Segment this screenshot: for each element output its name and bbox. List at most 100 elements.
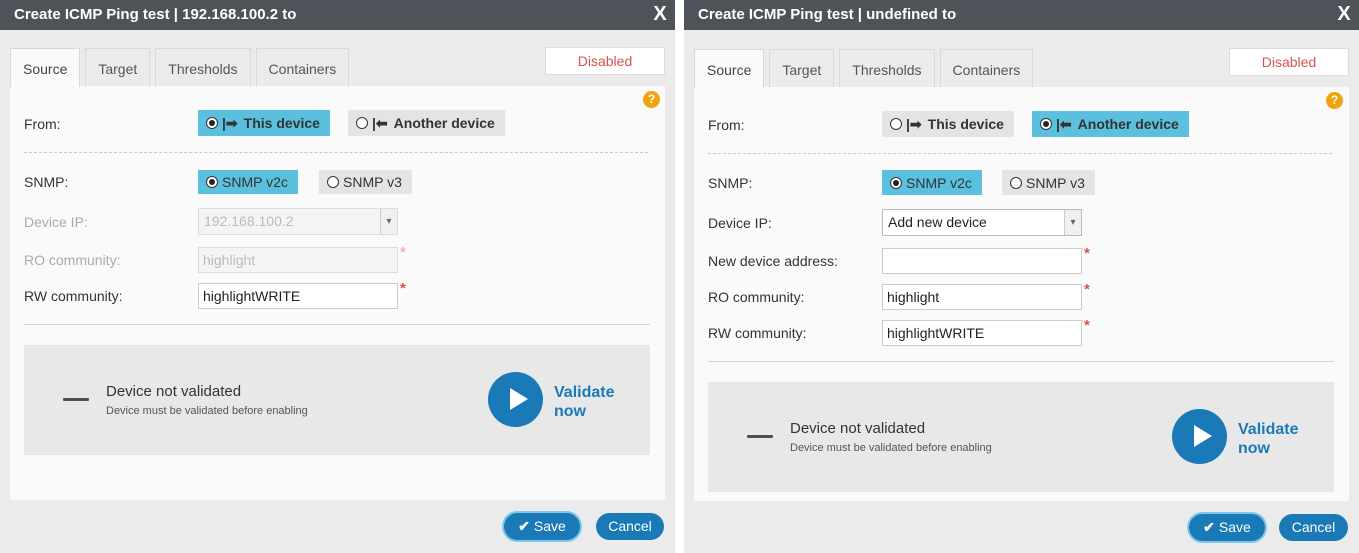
snmp-v2c-toggle[interactable]: SNMP v2c bbox=[882, 170, 982, 195]
ro-community-label: RO community: bbox=[24, 252, 121, 268]
close-button[interactable]: X bbox=[645, 0, 675, 30]
help-icon[interactable]: ? bbox=[1326, 92, 1343, 109]
new-device-address-label: New device address: bbox=[708, 253, 838, 269]
validation-title: Device not validated bbox=[790, 420, 926, 437]
device-ip-select[interactable]: 192.168.100.2 ▾ bbox=[198, 208, 398, 235]
validate-link-line2: now bbox=[1238, 440, 1270, 457]
tab-bar: Source Target Thresholds Containers bbox=[694, 49, 1038, 88]
from-another-device-label: Another device bbox=[393, 115, 495, 131]
radio-checked-icon bbox=[206, 117, 218, 129]
tab-containers[interactable]: Containers bbox=[939, 49, 1034, 87]
device-ip-value: Add new device bbox=[888, 214, 987, 230]
save-button[interactable]: ✔ Save bbox=[1189, 514, 1265, 541]
radio-unchecked-icon bbox=[890, 118, 902, 130]
save-button[interactable]: ✔ Save bbox=[504, 513, 580, 540]
validate-now-link[interactable]: Validate now bbox=[1238, 420, 1298, 458]
snmp-v2c-toggle[interactable]: SNMP v2c bbox=[198, 170, 298, 194]
arrow-out-icon: |➡ bbox=[222, 114, 238, 131]
from-label: From: bbox=[708, 117, 745, 133]
validate-play-icon[interactable] bbox=[1172, 409, 1227, 464]
arrow-in-icon: |⬅ bbox=[372, 114, 388, 131]
dialog-title: Create ICMP Ping test | 192.168.100.2 to bbox=[14, 6, 297, 23]
rw-community-field[interactable]: highlightWRITE bbox=[882, 320, 1082, 346]
rw-community-field[interactable]: highlightWRITE bbox=[198, 283, 398, 309]
tab-target[interactable]: Target bbox=[769, 49, 835, 87]
section-divider bbox=[708, 153, 1332, 154]
dialog-titlebar: Create ICMP Ping test | 192.168.100.2 to… bbox=[0, 0, 675, 30]
required-marker: * bbox=[1084, 245, 1090, 262]
tab-source[interactable]: Source bbox=[10, 48, 81, 87]
radio-unchecked-icon bbox=[356, 117, 368, 129]
snmp-label: SNMP: bbox=[24, 174, 69, 190]
validate-now-link[interactable]: Validate now bbox=[554, 383, 614, 421]
device-ip-select[interactable]: Add new device ▾ bbox=[882, 209, 1082, 236]
required-marker: * bbox=[1084, 281, 1090, 298]
dialog-left: Create ICMP Ping test | 192.168.100.2 to… bbox=[0, 0, 675, 553]
arrow-out-icon: |➡ bbox=[906, 115, 922, 132]
device-ip-label: Device IP: bbox=[24, 214, 88, 230]
device-ip-value: 192.168.100.2 bbox=[204, 213, 294, 229]
snmp-v3-label: SNMP v3 bbox=[1026, 174, 1085, 191]
snmp-v2c-label: SNMP v2c bbox=[906, 174, 972, 191]
not-validated-dash-icon bbox=[63, 398, 89, 401]
ro-community-field[interactable]: highlight bbox=[198, 247, 398, 273]
validate-link-line2: now bbox=[554, 403, 586, 420]
validation-subtitle: Device must be validated before enabling bbox=[790, 442, 992, 454]
snmp-v3-toggle[interactable]: SNMP v3 bbox=[319, 170, 412, 194]
section-divider bbox=[708, 361, 1334, 362]
snmp-v2c-label: SNMP v2c bbox=[222, 174, 288, 190]
required-marker: * bbox=[1084, 317, 1090, 334]
dialog-titlebar: Create ICMP Ping test | undefined to X bbox=[684, 0, 1359, 30]
validation-subtitle: Device must be validated before enabling bbox=[106, 405, 308, 417]
tab-thresholds[interactable]: Thresholds bbox=[839, 49, 935, 87]
from-this-device-label: This device bbox=[243, 115, 320, 131]
section-divider bbox=[24, 152, 648, 153]
chevron-down-icon: ▾ bbox=[1064, 210, 1081, 235]
chevron-down-icon: ▾ bbox=[380, 209, 397, 234]
check-icon: ✔ bbox=[1203, 519, 1215, 535]
rw-community-label: RW community: bbox=[24, 288, 123, 304]
radio-checked-icon bbox=[1040, 118, 1052, 130]
validate-link-line1: Validate bbox=[1238, 421, 1299, 438]
help-icon[interactable]: ? bbox=[643, 91, 660, 108]
check-icon: ✔ bbox=[518, 518, 530, 534]
required-marker: * bbox=[400, 244, 406, 261]
from-another-device-toggle[interactable]: |⬅ Another device bbox=[1032, 111, 1189, 137]
from-this-device-label: This device bbox=[927, 116, 1004, 132]
radio-unchecked-icon bbox=[1010, 176, 1022, 189]
cancel-button[interactable]: Cancel bbox=[596, 513, 664, 540]
radio-unchecked-icon bbox=[327, 176, 339, 188]
radio-checked-icon bbox=[206, 176, 218, 188]
device-ip-label: Device IP: bbox=[708, 215, 772, 231]
tab-thresholds[interactable]: Thresholds bbox=[155, 48, 251, 86]
ro-community-label: RO community: bbox=[708, 289, 805, 305]
ro-community-field[interactable]: highlight bbox=[882, 284, 1082, 310]
required-marker: * bbox=[400, 280, 406, 297]
tab-containers[interactable]: Containers bbox=[255, 48, 350, 86]
status-toggle-button[interactable]: Disabled bbox=[1229, 48, 1349, 76]
close-button[interactable]: X bbox=[1329, 0, 1359, 30]
radio-checked-icon bbox=[890, 176, 902, 189]
snmp-label: SNMP: bbox=[708, 175, 753, 191]
tab-source[interactable]: Source bbox=[694, 49, 765, 88]
save-label: Save bbox=[533, 518, 566, 534]
snmp-v3-toggle[interactable]: SNMP v3 bbox=[1002, 170, 1095, 195]
dialog-right: Create ICMP Ping test | undefined to X S… bbox=[684, 0, 1359, 553]
from-this-device-toggle[interactable]: |➡ This device bbox=[198, 110, 330, 136]
save-label: Save bbox=[1218, 519, 1251, 535]
cancel-button[interactable]: Cancel bbox=[1279, 514, 1348, 541]
from-another-device-label: Another device bbox=[1077, 116, 1179, 132]
rw-community-label: RW community: bbox=[708, 325, 807, 341]
from-label: From: bbox=[24, 116, 61, 132]
validate-play-icon[interactable] bbox=[488, 372, 543, 427]
from-another-device-toggle[interactable]: |⬅ Another device bbox=[348, 110, 505, 136]
new-device-address-field[interactable] bbox=[882, 248, 1082, 274]
tab-target[interactable]: Target bbox=[85, 48, 151, 86]
not-validated-dash-icon bbox=[747, 435, 773, 438]
status-toggle-button[interactable]: Disabled bbox=[545, 47, 665, 75]
section-divider bbox=[24, 324, 650, 325]
from-this-device-toggle[interactable]: |➡ This device bbox=[882, 111, 1014, 137]
tab-bar: Source Target Thresholds Containers bbox=[10, 48, 354, 87]
snmp-v3-label: SNMP v3 bbox=[343, 174, 402, 190]
validation-title: Device not validated bbox=[106, 383, 242, 400]
